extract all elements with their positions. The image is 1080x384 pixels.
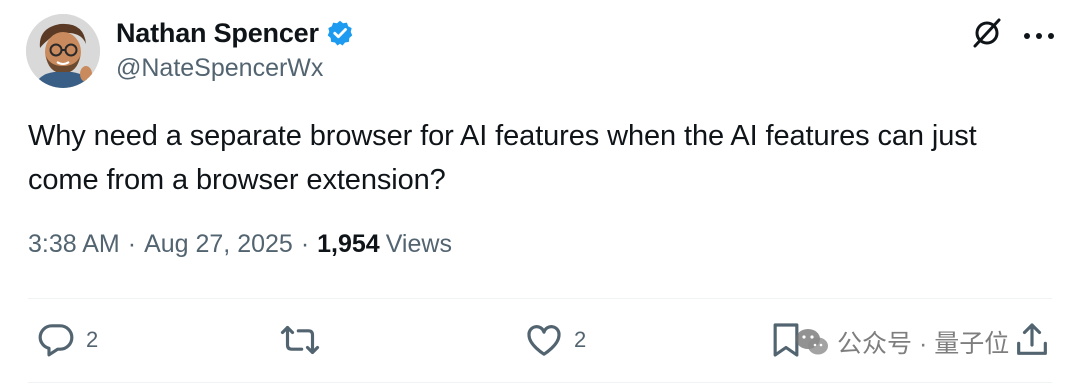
tweet-time[interactable]: 3:38 AM bbox=[28, 230, 120, 259]
tweet-header: Nathan Spencer @NateSpencerWx bbox=[26, 14, 1056, 90]
bottom-divider bbox=[28, 382, 1052, 383]
reply-button[interactable]: 2 bbox=[36, 320, 98, 360]
like-button[interactable]: 2 bbox=[524, 320, 586, 360]
wechat-logo-icon bbox=[795, 327, 829, 357]
meta-separator: · bbox=[300, 230, 310, 258]
grok-icon[interactable] bbox=[970, 16, 1004, 50]
more-icon[interactable] bbox=[1022, 28, 1056, 39]
views-count[interactable]: 1,954 bbox=[317, 230, 380, 259]
tweet-meta: 3:38 AM · Aug 27, 2025 · 1,954 Views bbox=[28, 230, 452, 259]
share-icon bbox=[1012, 320, 1052, 360]
meta-separator: · bbox=[127, 230, 137, 258]
repost-icon bbox=[280, 320, 320, 360]
like-count: 2 bbox=[574, 327, 587, 352]
share-button[interactable] bbox=[1012, 320, 1052, 360]
divider bbox=[28, 298, 1052, 299]
tweet-date[interactable]: Aug 27, 2025 bbox=[144, 230, 293, 259]
author-handle[interactable]: @NateSpencerWx bbox=[116, 54, 354, 83]
author-info: Nathan Spencer @NateSpencerWx bbox=[116, 16, 354, 83]
avatar[interactable] bbox=[26, 14, 100, 88]
name-row: Nathan Spencer bbox=[116, 16, 354, 50]
reply-icon bbox=[36, 320, 76, 360]
display-name[interactable]: Nathan Spencer bbox=[116, 18, 319, 49]
repost-button[interactable] bbox=[280, 320, 320, 360]
like-icon bbox=[524, 320, 564, 360]
avatar-image bbox=[26, 14, 100, 88]
watermark-text: 公众号 · 量子位 bbox=[837, 330, 1010, 358]
reply-count: 2 bbox=[86, 327, 99, 352]
watermark: 公众号 · 量子位 bbox=[795, 324, 1009, 360]
views-label[interactable]: Views bbox=[386, 230, 452, 259]
verified-badge-icon[interactable] bbox=[326, 19, 354, 47]
tweet-text: Why need a separate browser for AI featu… bbox=[28, 120, 977, 196]
